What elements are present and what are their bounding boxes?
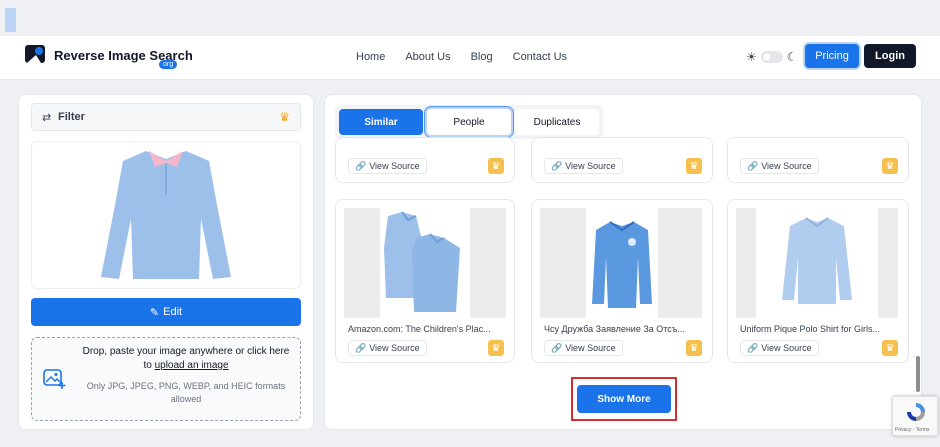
view-source-button[interactable]: 🔗 View Source xyxy=(348,158,427,174)
nav-blog[interactable]: Blog xyxy=(471,51,493,63)
dropzone-upload-line: to upload an image xyxy=(76,360,296,371)
link-icon: 🔗 xyxy=(355,342,367,353)
view-source-label: View Source xyxy=(761,161,812,171)
link-icon: 🔗 xyxy=(747,342,759,353)
query-panel: ⇄ Filter ♛ ✎ Edit Drop, paste your image… xyxy=(18,94,314,430)
result-image xyxy=(736,208,898,318)
crown-icon[interactable]: ♛ xyxy=(686,340,702,356)
view-source-label: View Source xyxy=(761,343,812,353)
main-nav: Home About Us Blog Contact Us xyxy=(356,51,567,63)
logo-icon[interactable] xyxy=(24,44,48,66)
dropzone-formats: Only JPG, JPEG, PNG, WEBP, and HEIC form… xyxy=(86,381,286,404)
edit-label: Edit xyxy=(163,306,183,318)
view-source-label: View Source xyxy=(369,343,420,353)
result-card[interactable]: Amazon.com: The Children's Plac... 🔗 View… xyxy=(335,199,515,363)
nav-contact-us[interactable]: Contact Us xyxy=(513,51,567,63)
crown-icon[interactable]: ♛ xyxy=(488,340,504,356)
results-panel: Similar People Duplicates 🔗 View Source ♛… xyxy=(324,94,922,430)
view-source-label: View Source xyxy=(565,161,616,171)
recaptcha-terms[interactable]: Privacy - Terms xyxy=(895,427,929,433)
brand-badge: org xyxy=(159,60,178,69)
view-source-button[interactable]: 🔗 View Source xyxy=(740,340,819,356)
dropzone-instruction: Drop, paste your image anywhere or click… xyxy=(82,346,290,357)
login-button[interactable]: Login xyxy=(864,44,916,68)
result-card[interactable]: Чсу Дружба Заявление За Отсъ... 🔗 View So… xyxy=(531,199,713,363)
result-card[interactable]: Uniform Pique Polo Shirt for Girls... 🔗 V… xyxy=(727,199,909,363)
recaptcha-icon xyxy=(907,403,925,421)
crown-icon[interactable]: ♛ xyxy=(882,340,898,356)
upload-dropzone[interactable]: Drop, paste your image anywhere or click… xyxy=(31,337,301,421)
top-edge-marker xyxy=(5,8,16,32)
link-icon: 🔗 xyxy=(551,160,563,171)
crown-icon[interactable]: ♛ xyxy=(686,158,702,174)
result-card[interactable]: 🔗 View Source ♛ xyxy=(335,137,515,183)
sliders-icon: ⇄ xyxy=(42,112,52,124)
tab-similar[interactable]: Similar xyxy=(339,109,423,135)
upload-image-link[interactable]: upload an image xyxy=(155,360,229,371)
result-image xyxy=(344,208,506,318)
view-source-label: View Source xyxy=(369,161,420,171)
theme-switcher[interactable]: ☀ ☾ xyxy=(746,50,798,64)
crown-icon[interactable]: ♛ xyxy=(488,158,504,174)
filter-bar[interactable]: ⇄ Filter ♛ xyxy=(31,103,301,131)
show-more-highlight: Show More xyxy=(571,377,677,421)
add-image-icon xyxy=(43,369,66,389)
result-title[interactable]: Чсу Дружба Заявление За Отсъ... xyxy=(544,324,685,334)
theme-toggle[interactable] xyxy=(760,51,783,63)
link-icon: 🔗 xyxy=(551,342,563,353)
link-icon: 🔗 xyxy=(747,160,759,171)
view-source-button[interactable]: 🔗 View Source xyxy=(544,158,623,174)
tab-duplicates[interactable]: Duplicates xyxy=(515,109,599,135)
result-image xyxy=(540,208,702,318)
result-title[interactable]: Uniform Pique Polo Shirt for Girls... xyxy=(740,324,880,334)
recaptcha-badge[interactable]: Privacy - Terms xyxy=(892,396,938,436)
nav-about-us[interactable]: About Us xyxy=(405,51,450,63)
sun-icon: ☀ xyxy=(746,50,757,64)
view-source-button[interactable]: 🔗 View Source xyxy=(544,340,623,356)
nav-home[interactable]: Home xyxy=(356,51,385,63)
pencil-icon: ✎ xyxy=(149,306,160,319)
result-card[interactable]: 🔗 View Source ♛ xyxy=(727,137,909,183)
crown-icon: ♛ xyxy=(279,110,290,124)
view-source-button[interactable]: 🔗 View Source xyxy=(348,340,427,356)
shirt-image xyxy=(101,151,231,279)
tab-people[interactable]: People xyxy=(427,109,511,135)
result-tabs: Similar People Duplicates xyxy=(335,105,603,139)
show-more-button[interactable]: Show More xyxy=(577,385,671,413)
crown-icon[interactable]: ♛ xyxy=(882,158,898,174)
edit-button[interactable]: ✎ Edit xyxy=(31,298,301,326)
filter-label: Filter xyxy=(58,111,85,123)
view-source-label: View Source xyxy=(565,343,616,353)
result-card[interactable]: 🔗 View Source ♛ xyxy=(531,137,713,183)
moon-icon: ☾ xyxy=(786,50,798,64)
pricing-button[interactable]: Pricing xyxy=(805,44,859,68)
scrollbar-thumb[interactable] xyxy=(916,356,920,392)
dropzone-prefix: to xyxy=(143,360,155,371)
query-image-preview xyxy=(31,141,301,289)
result-title[interactable]: Amazon.com: The Children's Plac... xyxy=(348,324,491,334)
link-icon: 🔗 xyxy=(355,160,367,171)
site-header: Reverse Image Search org Home About Us B… xyxy=(0,36,940,80)
view-source-button[interactable]: 🔗 View Source xyxy=(740,158,819,174)
